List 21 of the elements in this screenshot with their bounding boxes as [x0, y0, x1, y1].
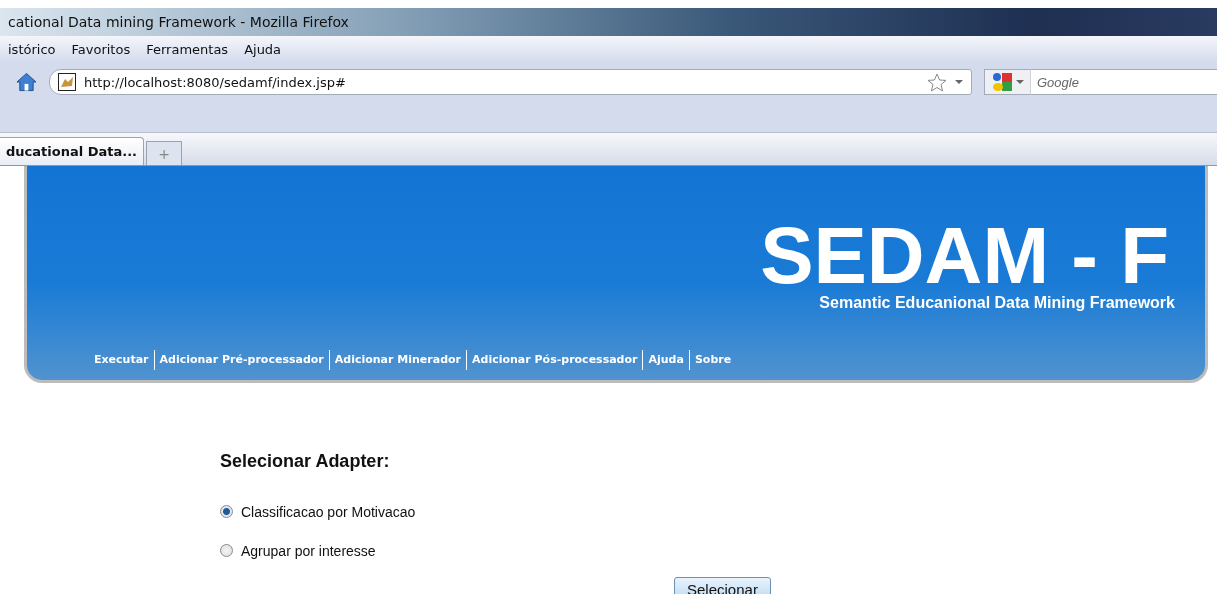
menu-item[interactable]: Favoritos	[71, 41, 131, 57]
form-heading: Selecionar Adapter:	[220, 451, 391, 472]
search-engine-icon[interactable]	[991, 72, 1013, 92]
site-logo-title: SEDAM - F	[760, 218, 1169, 294]
site-icon	[57, 73, 76, 91]
dropdown-icon[interactable]	[955, 80, 963, 84]
dropdown-icon[interactable]	[1016, 80, 1024, 84]
browser-tab[interactable]: ducational Data...	[0, 137, 144, 165]
menu-item[interactable]: istórico	[8, 41, 56, 57]
address-field[interactable]: http://localhost:8080/sedamf/index.jsp#	[48, 69, 972, 95]
menu-item[interactable]: Ferramentas	[146, 41, 229, 57]
radio-button[interactable]	[220, 505, 233, 518]
radio-label[interactable]: Agrupar por interesse	[241, 542, 376, 559]
window-title: cational Data mining Framework - Mozilla Firefox	[8, 14, 349, 30]
radio-button[interactable]	[220, 544, 233, 557]
star-icon[interactable]	[927, 72, 947, 92]
menu-item[interactable]: Ajuda	[244, 41, 282, 57]
site-subtitle: Semantic Educanional Data Mining Framework	[819, 294, 1175, 312]
radio-label[interactable]: Classificacao por Motivacao	[241, 503, 416, 520]
home-icon[interactable]	[16, 72, 37, 92]
search-field[interactable]: Google	[1031, 69, 1217, 95]
